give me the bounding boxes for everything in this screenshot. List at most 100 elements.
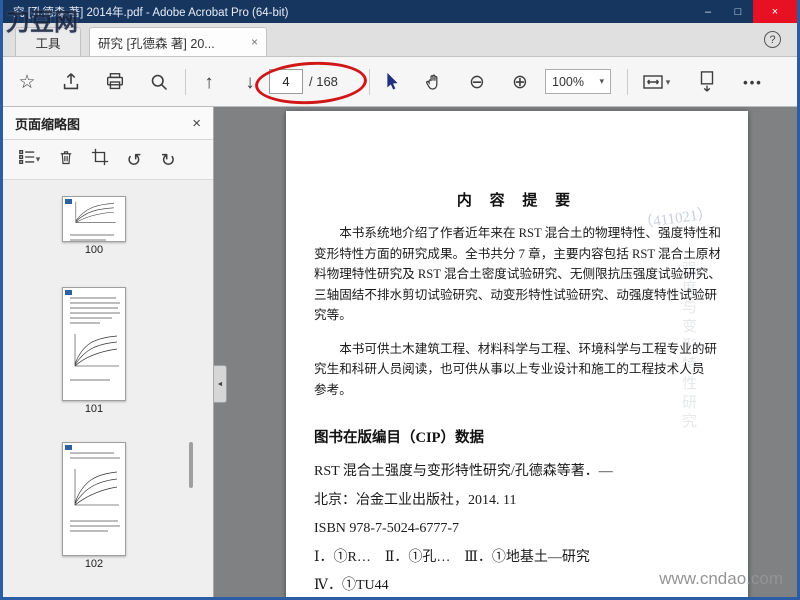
page-count-label: / 168 [309, 74, 338, 89]
panel-scrollbar[interactable] [189, 442, 193, 488]
trash-icon [57, 148, 75, 172]
thumbnail-chart [74, 334, 119, 367]
rotate-ccw-button[interactable]: ↺ [119, 145, 149, 175]
zoom-level-value: 100% [552, 74, 584, 89]
thumbnail-corner-mark [65, 445, 72, 450]
text-line: 三轴固结不排水剪切试验研究、动变形特性试验研究、动强度特性试验研 [314, 287, 717, 302]
plus-circle-icon: ⊕ [512, 71, 528, 93]
fit-width-button[interactable]: ▾ [635, 66, 677, 98]
share-button[interactable] [55, 66, 87, 98]
collapse-arrow-icon: ◄ [216, 380, 224, 388]
rotate-ccw-icon: ↺ [126, 149, 142, 170]
paragraph-2: 本书可供土木建筑工程、材料科学与工程、环境科学与工程专业的研 究生和科研人员阅读… [314, 339, 720, 401]
text-line: 参考。 [314, 382, 352, 397]
help-icon: ? [769, 33, 776, 46]
thumbnail-image [62, 196, 126, 242]
search-icon [149, 72, 170, 93]
rotate-cw-button[interactable]: ↻ [153, 145, 183, 175]
minus-circle-icon: ⊖ [469, 71, 485, 93]
text-line: 究生和科研人员阅读，也可供从事以上专业设计和施工的工程技术人员 [314, 362, 705, 376]
minimize-icon: – [704, 5, 712, 18]
text-line: 变形特性方面的研究成果。全书共分 7 章，主要内容包括 RST 混合土原材 [314, 246, 720, 261]
tab-bar: 工具 研究 [孔德森 著] 20... × ? [3, 23, 797, 57]
tab-tools[interactable]: 工具 [15, 27, 81, 56]
tab-document[interactable]: 研究 [孔德森 著] 20... × [89, 27, 267, 56]
hand-tool-button[interactable] [417, 66, 449, 98]
panel-title: 页面缩略图 [15, 116, 81, 132]
cursor-icon [381, 71, 401, 93]
thumbnail-image [62, 442, 126, 556]
thumbnail-chart [74, 469, 119, 506]
page-scrolling-button[interactable] [689, 66, 725, 98]
panel-toolbar: ▾ ↺ ↻ [3, 140, 213, 180]
thumbnail-options-button[interactable]: ▾ [11, 145, 47, 175]
ellipsis-icon: ••• [743, 74, 763, 90]
crop-pages-button[interactable] [85, 145, 115, 175]
thumbnail-list: 100 101 102 [3, 180, 213, 597]
tab-close-icon[interactable]: × [251, 35, 258, 49]
next-page-button[interactable]: ↓ [234, 66, 266, 98]
thumbnail-page-number: 102 [84, 558, 104, 570]
share-icon [60, 71, 82, 93]
chevron-down-icon: ▾ [599, 76, 604, 86]
star-icon: ☆ [18, 71, 36, 93]
crop-icon [91, 148, 109, 171]
text-line: ISBN 978-7-5024-6777-7 [314, 521, 460, 536]
main-toolbar: ☆ ↑ ↓ / 168 ⊖ ⊕ 100% ▾ [3, 57, 797, 107]
chevron-down-icon: ▾ [35, 154, 41, 164]
faint-vertical-watermark: 强度与变形特性研究 [680, 261, 696, 432]
page-thumbnails-panel: 页面缩略图 × ▾ ↺ ↻ 100 101 102 [3, 107, 214, 597]
acrobat-window: 究 [孔德森 著] 2014年.pdf - Adobe Acrobat Pro … [0, 0, 800, 600]
page-scrolling-icon [696, 70, 718, 94]
thumbnail-image [62, 287, 126, 401]
thumbnail-page-100[interactable]: 100 [62, 196, 126, 257]
tab-tools-label: 工具 [35, 36, 61, 51]
zoom-level-dropdown[interactable]: 100% ▾ [545, 69, 611, 94]
toolbar-separator [369, 69, 370, 95]
text-line: 料物理特性研究及 RST 混合土密度试验研究、无侧限抗压强度试验研究、 [314, 267, 720, 281]
document-view: ◄ 内 容 提 要 本书系统地介绍了作者近年来在 RST 混合土的物理特性、强度… [214, 107, 797, 597]
chevron-down-icon: ▾ [665, 76, 671, 87]
zoom-in-button[interactable]: ⊕ [504, 66, 536, 98]
maximize-button[interactable]: □ [723, 0, 753, 23]
cip-heading: 图书在版编目（CIP）数据 [314, 430, 484, 446]
maximize-icon: □ [734, 5, 742, 18]
arrow-down-icon: ↓ [245, 71, 255, 93]
site-watermark-bottom-right: www.cndao.com [659, 569, 783, 588]
minimize-button[interactable]: – [693, 0, 723, 23]
printer-icon [104, 71, 126, 93]
text-line: Ⅰ．①R… Ⅱ．①孔… Ⅲ．①地基土—研究 [314, 549, 590, 565]
previous-page-button[interactable]: ↑ [193, 66, 225, 98]
title-bar: 究 [孔德森 著] 2014年.pdf - Adobe Acrobat Pro … [3, 0, 797, 23]
more-tools-button[interactable]: ••• [737, 66, 769, 98]
toolbar-separator [627, 69, 628, 95]
thumbnail-corner-mark [65, 199, 72, 204]
help-button[interactable]: ? [764, 31, 781, 48]
thumbnail-page-number: 101 [84, 403, 104, 415]
panel-close-button[interactable]: × [192, 115, 201, 132]
search-button[interactable] [143, 66, 175, 98]
tab-document-label: 研究 [孔德森 著] 20... [98, 36, 215, 51]
content-area: 页面缩略图 × ▾ ↺ ↻ 100 101 102 ◄ 内 容 提 要 本书系统… [3, 107, 797, 597]
close-icon: × [771, 5, 779, 18]
paragraph-1: 本书系统地介绍了作者近年来在 RST 混合土的物理特性、强度特性和 变形特性方面… [314, 223, 720, 326]
delete-pages-button[interactable] [51, 145, 81, 175]
select-tool-button[interactable] [375, 66, 407, 98]
pdf-page: 内 容 提 要 本书系统地介绍了作者近年来在 RST 混合土的物理特性、强度特性… [286, 111, 748, 597]
thumbnail-page-number: 100 [84, 244, 104, 256]
thumbnail-page-102[interactable]: 102 [62, 442, 126, 571]
close-button[interactable]: × [753, 0, 797, 23]
page-number-input[interactable] [269, 69, 303, 94]
favorites-button[interactable]: ☆ [11, 66, 43, 98]
print-button[interactable] [99, 66, 131, 98]
options-list-icon [18, 148, 36, 171]
arrow-up-icon: ↑ [204, 71, 214, 93]
panel-collapse-handle[interactable]: ◄ [214, 365, 227, 403]
thumbnail-corner-mark [65, 290, 72, 295]
hand-icon [423, 71, 444, 93]
text-line: 究等。 [314, 308, 352, 322]
thumbnail-page-101[interactable]: 101 [62, 287, 126, 416]
text-line: 北京：冶金工业出版社，2014. 11 [314, 492, 517, 508]
page-number-group: / 168 [269, 69, 338, 94]
zoom-out-button[interactable]: ⊖ [461, 66, 493, 98]
